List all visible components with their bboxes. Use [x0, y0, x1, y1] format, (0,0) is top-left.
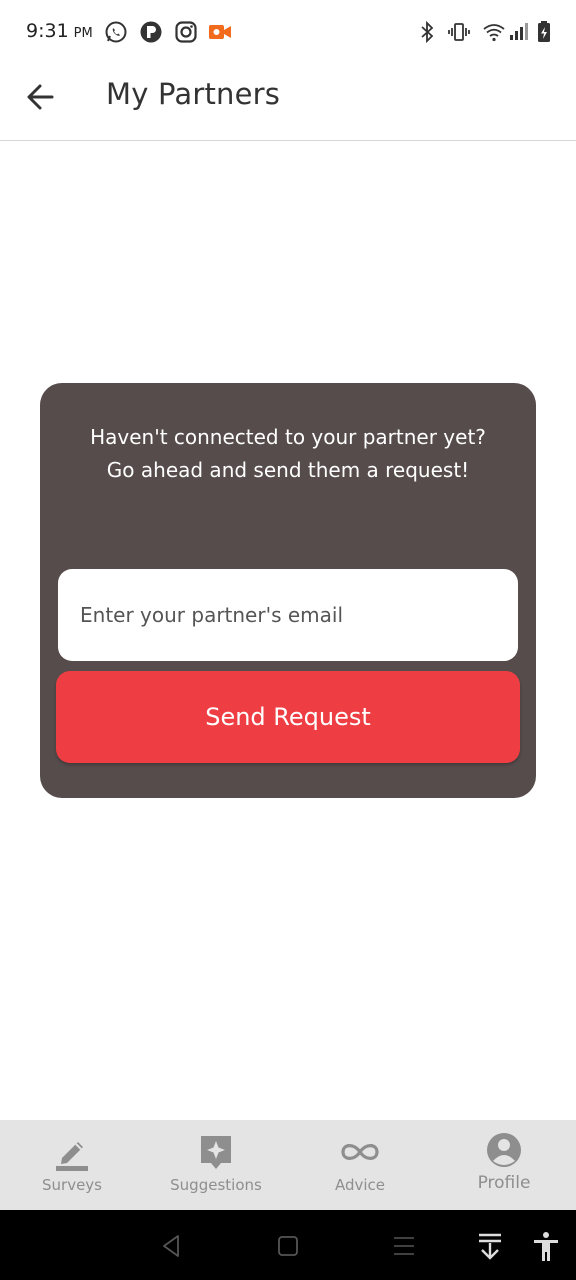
- user-circle-icon: [487, 1133, 521, 1167]
- nav-item-advice[interactable]: Advice: [288, 1120, 432, 1210]
- recents-menu-icon[interactable]: [388, 1230, 420, 1262]
- signal-icon: [510, 23, 528, 40]
- video-record-icon: [209, 25, 231, 39]
- nav-item-suggestions[interactable]: Suggestions: [144, 1120, 288, 1210]
- back-triangle-icon[interactable]: [156, 1230, 188, 1262]
- p-app-icon: [140, 21, 162, 43]
- status-time-value: 9:31: [26, 20, 69, 42]
- infinity-icon: [341, 1144, 379, 1160]
- nav-item-profile[interactable]: Profile: [432, 1120, 576, 1210]
- status-bar: 9:31 PM: [0, 0, 576, 64]
- card-message-line1: Haven't connected to your partner yet?: [90, 425, 486, 449]
- accessibility-icon[interactable]: [530, 1230, 562, 1262]
- vibrate-icon: [448, 23, 470, 41]
- nav-label-suggestions: Suggestions: [170, 1176, 262, 1194]
- back-arrow-icon[interactable]: [22, 78, 60, 116]
- card-message-line2: Go ahead and send them a request!: [106, 458, 470, 482]
- card-message: Haven't connected to your partner yet? G…: [40, 421, 536, 487]
- bottom-nav: Surveys Suggestions Advice Profile: [0, 1120, 576, 1210]
- nav-label-advice: Advice: [334, 1176, 386, 1194]
- pencil-icon: [56, 1142, 88, 1171]
- page-title: My Partners: [106, 77, 281, 111]
- home-square-icon[interactable]: [272, 1230, 304, 1262]
- status-time: 9:31 PM: [26, 20, 93, 42]
- nav-label-profile: Profile: [477, 1173, 531, 1193]
- nav-label-surveys: Surveys: [42, 1176, 102, 1194]
- app-bar: My Partners: [0, 64, 576, 141]
- battery-charging-icon: [538, 21, 550, 42]
- status-ampm: PM: [73, 26, 93, 41]
- partner-email-field[interactable]: [58, 569, 518, 661]
- send-request-button[interactable]: Send Request: [56, 671, 520, 763]
- whatsapp-icon: [105, 21, 127, 43]
- nav-item-surveys[interactable]: Surveys: [0, 1120, 144, 1210]
- partner-request-card: Haven't connected to your partner yet? G…: [40, 383, 536, 798]
- sparkle-badge-icon: [201, 1136, 231, 1169]
- bluetooth-icon: [421, 20, 434, 44]
- collapse-down-icon[interactable]: [474, 1230, 506, 1262]
- wifi-icon: [483, 24, 505, 42]
- system-nav-bar: [0, 1210, 576, 1280]
- instagram-icon: [175, 21, 197, 43]
